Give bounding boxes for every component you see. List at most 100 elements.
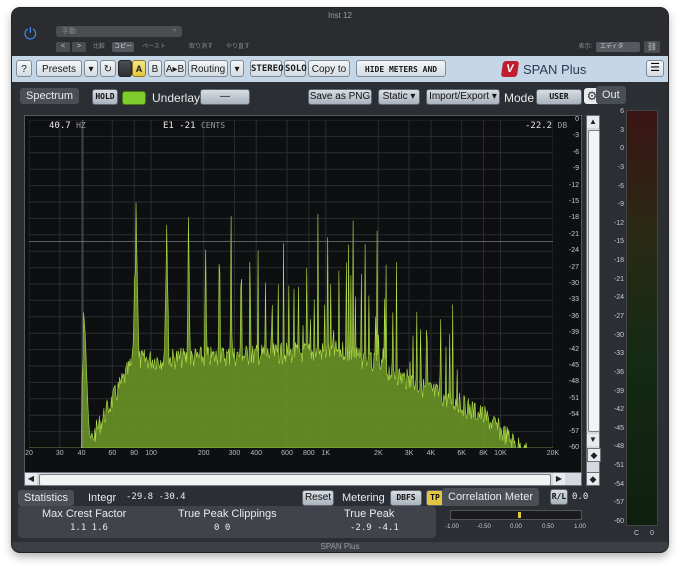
db-tick-label: -15 [568, 198, 579, 205]
frequency-tick-label: 60 [108, 450, 117, 457]
correlation-tick-label: -0.50 [477, 524, 491, 530]
db-tick-label: -24 [568, 247, 579, 255]
output-meter-panel: Out 6 3 0 -3 -6 -9 -12 -15 -18 -21 -24 -27 -30 -33 -36… [596, 86, 664, 538]
reset-button[interactable]: Reset [302, 490, 334, 506]
copy-button[interactable]: コピー [112, 42, 134, 52]
spectrum-header: Spectrum HOLD Underlay — Save as PNG Sta… [16, 86, 592, 108]
product-name: SPAN Plus [523, 61, 587, 77]
spectrum-label: Spectrum [20, 88, 80, 104]
import-export-select[interactable]: Import/Export ▾ [426, 89, 500, 105]
presets-dropdown-button[interactable]: ▾ [84, 60, 98, 77]
presets-button[interactable]: Presets [36, 60, 82, 77]
window-title: Inst 12 [327, 11, 352, 20]
mode-select[interactable]: USER [536, 89, 582, 105]
frequency-tick-label: 3K [404, 450, 414, 457]
undo-button[interactable]: 取り消す [188, 42, 214, 52]
tp-clippings-label: True Peak Clippings [178, 508, 277, 520]
prev-preset-button[interactable]: < [56, 42, 70, 52]
frequency-tick-label: 8K [479, 450, 488, 457]
frequency-tick-label: 1K [321, 450, 331, 457]
output-tick-label: -51 [613, 462, 624, 470]
copy-to-button[interactable]: Copy to [308, 60, 350, 77]
db-tick-label: -48 [568, 378, 579, 386]
hold-button[interactable]: HOLD [92, 89, 118, 105]
solo-button[interactable]: SOLO [284, 60, 307, 77]
correlation-needle [517, 512, 521, 518]
paste-button[interactable]: ペースト [138, 42, 170, 52]
integr-label: Integr [88, 492, 117, 504]
a-button[interactable]: A [132, 60, 146, 77]
underlay-select[interactable]: — [200, 89, 250, 105]
link-icon[interactable]: ⛓ [644, 41, 660, 53]
correlation-tick-label: 0.50 [542, 524, 554, 530]
spectrum-display[interactable]: 40.7 HZ E1 -21 CENTS -22.2 DB 0 -3 -6 -9 -12… [24, 115, 582, 473]
db-tick-label: -27 [568, 263, 579, 271]
rl-button[interactable]: R/L [550, 489, 568, 505]
dbfs-button[interactable]: DBFS [390, 490, 422, 506]
compare-button[interactable]: 比較 [90, 42, 108, 52]
frequency-tick-label: 40 [77, 450, 86, 457]
db-tick-label: -18 [568, 214, 579, 222]
reset-icon[interactable]: ↻ [100, 60, 116, 77]
display-label: 表示: [578, 44, 592, 50]
db-tick-label: -60 [568, 444, 579, 451]
db-tick-label: -30 [568, 280, 579, 287]
horizontal-scroll-thumb[interactable] [39, 474, 551, 486]
hold-indicator[interactable] [122, 91, 146, 105]
save-png-button[interactable]: Save as PNG [308, 89, 372, 105]
menu-icon[interactable]: ☰ [646, 60, 664, 77]
frequency-tick-label: 800 [302, 450, 315, 457]
output-tick-label: 3 [620, 126, 624, 134]
b-button[interactable]: B [148, 60, 162, 77]
output-tick-label: -42 [613, 406, 624, 414]
db-tick-label: -21 [568, 230, 579, 238]
frequency-tick-label: 30 [55, 450, 64, 457]
db-tick-label: -36 [568, 312, 579, 320]
scroll-right-icon[interactable]: ▶ [553, 473, 565, 485]
a-to-b-button[interactable]: A▸B [164, 60, 186, 77]
host-preset-select[interactable]: 手動 [56, 23, 182, 37]
static-select[interactable]: Static ▾ [378, 89, 420, 105]
stereo-button[interactable]: STEREO [250, 60, 284, 77]
db-tick-label: -9 [572, 165, 579, 173]
span-plus-logo: V SPAN Plus [500, 60, 587, 78]
output-tick-label: -24 [613, 294, 624, 302]
routing-dropdown-button[interactable]: ▾ [230, 60, 244, 77]
db-tick-label: 0 [575, 116, 579, 123]
redo-button[interactable]: やり直す [224, 42, 252, 52]
next-preset-button[interactable]: > [72, 42, 86, 52]
correlation-label: Correlation Meter [442, 488, 539, 506]
metering-label: Metering [342, 492, 385, 504]
correlation-tick-label: -1.00 [445, 524, 459, 530]
integr-values: -29.8 -30.4 [126, 492, 186, 502]
output-tick-label: -18 [613, 257, 624, 265]
horizontal-scrollbar[interactable]: ◀ ▶ [24, 472, 582, 486]
routing-button[interactable]: Routing [188, 60, 228, 77]
preset-status-indicator [118, 60, 132, 77]
display-select[interactable]: エディタ [596, 42, 640, 52]
plugin-toolbar: ? Presets ▾ ↻ A B A▸B Routing ▾ STEREO S… [12, 56, 668, 91]
output-tick-label: -48 [613, 443, 624, 451]
frequency-tick-label: 2K [374, 450, 383, 457]
voxengo-logo-icon: V [500, 61, 520, 77]
scroll-left-icon[interactable]: ◀ [25, 473, 37, 485]
hide-meters-button[interactable]: HIDE METERS AND STATS [356, 60, 446, 91]
statistics-values: Max Crest Factor 1.1 1.6 True Peak Clipp… [18, 506, 436, 538]
frequency-tick-label: 80 [130, 450, 139, 457]
db-tick-label: -39 [568, 329, 579, 337]
db-tick-label: -3 [572, 132, 579, 140]
db-tick-label: -54 [568, 411, 579, 419]
spectrum-graph[interactable] [29, 120, 553, 448]
output-tick-label: -12 [613, 219, 624, 227]
output-tick-label: -15 [613, 238, 624, 246]
help-button[interactable]: ? [16, 60, 32, 77]
plugin-footer: SPAN Plus [320, 542, 360, 551]
frequency-tick-label: 400 [250, 450, 263, 457]
output-tick-label: -45 [613, 424, 624, 432]
power-icon[interactable]: ⏻ [24, 26, 42, 44]
frequency-tick-label: 10K [494, 450, 507, 457]
note-readout: E1 -21 CENTS [163, 121, 226, 131]
db-tick-label: -6 [572, 148, 579, 156]
db-tick-label: -51 [568, 394, 579, 402]
mode-label: Mode [504, 91, 535, 105]
